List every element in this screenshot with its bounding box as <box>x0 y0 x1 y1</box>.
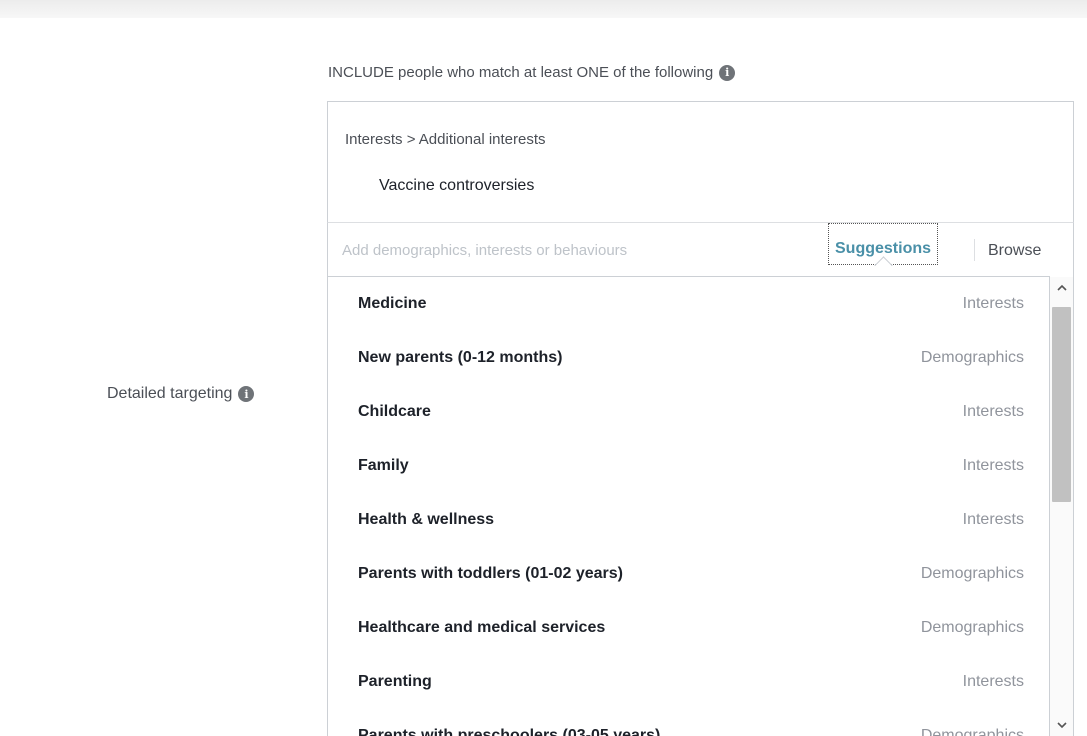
option-type: Interests <box>962 673 1024 690</box>
chevron-up-icon[interactable] <box>1050 279 1073 297</box>
option-name: Medicine <box>358 295 427 312</box>
tab-browse[interactable]: Browse <box>988 223 1041 278</box>
detailed-targeting-text: Detailed targeting <box>107 385 233 402</box>
option-type: Demographics <box>920 349 1024 366</box>
include-text: INCLUDE people who match at least ONE of… <box>328 64 714 81</box>
list-item[interactable]: Parenting Interests <box>328 655 1048 709</box>
option-name: New parents (0-12 months) <box>358 349 563 366</box>
breadcrumb: Interests > Additional interests <box>345 131 546 148</box>
option-type: Demographics <box>920 565 1024 582</box>
selected-interest[interactable]: Vaccine controversies <box>379 177 534 195</box>
info-icon[interactable]: i <box>719 64 736 81</box>
info-icon[interactable]: i <box>238 386 255 402</box>
option-name: Parenting <box>358 673 432 690</box>
option-type: Interests <box>962 511 1024 528</box>
chevron-down-icon[interactable] <box>1050 716 1073 734</box>
tab-suggestions[interactable]: Suggestions <box>828 223 939 265</box>
list-item[interactable]: Medicine Interests <box>328 277 1048 331</box>
option-name: Family <box>358 457 409 474</box>
option-name: Health & wellness <box>358 511 495 528</box>
dropdown-scrollbar[interactable] <box>1050 277 1074 736</box>
suggestions-dropdown: Medicine Interests New parents (0-12 mon… <box>327 276 1050 736</box>
option-type: Interests <box>962 295 1024 312</box>
list-item[interactable]: Health & wellness Interests <box>328 493 1048 547</box>
search-row: Suggestions Browse <box>327 222 1074 277</box>
option-name: Childcare <box>358 403 431 420</box>
option-type: Interests <box>962 457 1024 474</box>
option-type: Demographics <box>920 727 1024 736</box>
list-item[interactable]: Family Interests <box>328 439 1048 493</box>
option-name: Healthcare and medical services <box>358 619 606 636</box>
list-item[interactable]: Childcare Interests <box>328 385 1048 439</box>
option-type: Interests <box>962 403 1024 420</box>
list-item[interactable]: New parents (0-12 months) Demographics <box>328 331 1048 385</box>
detailed-targeting-label: Detailed targeting i <box>107 385 255 403</box>
option-name: Parents with toddlers (01-02 years) <box>358 565 623 582</box>
top-band <box>0 0 1087 18</box>
include-heading: INCLUDE people who match at least ONE of… <box>328 64 736 81</box>
list-item[interactable]: Parents with toddlers (01-02 years) Demo… <box>328 547 1048 601</box>
option-type: Demographics <box>920 619 1024 636</box>
tab-divider <box>974 239 975 261</box>
scroll-thumb[interactable] <box>1052 307 1071 502</box>
option-name: Parents with preschoolers (03-05 years) <box>358 727 661 736</box>
search-input[interactable] <box>342 235 812 265</box>
list-item[interactable]: Parents with preschoolers (03-05 years) … <box>328 709 1048 736</box>
list-item[interactable]: Healthcare and medical services Demograp… <box>328 601 1048 655</box>
